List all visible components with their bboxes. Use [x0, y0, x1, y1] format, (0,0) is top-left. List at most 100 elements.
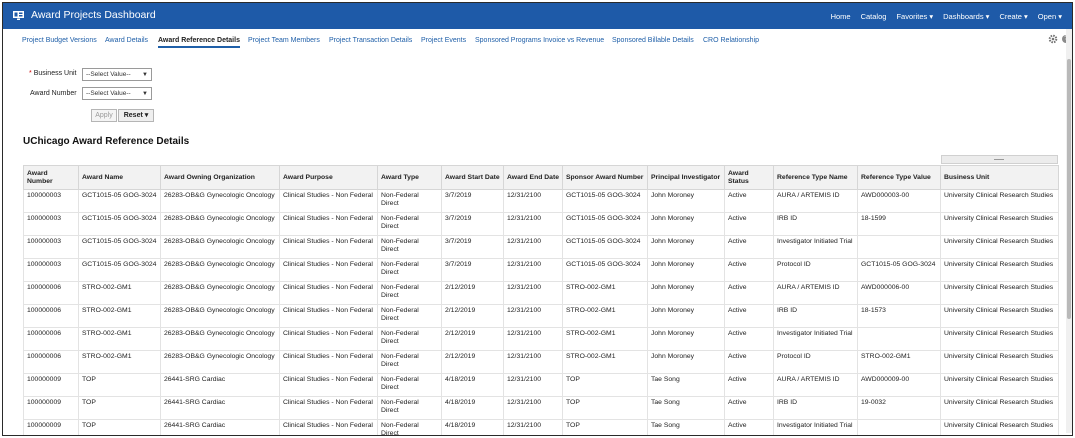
table-cell: 12/31/2100: [503, 327, 563, 351]
table-cell: 12/31/2100: [503, 304, 563, 328]
table-cell: 4/18/2019: [441, 419, 504, 435]
table-cell: STRO-002-GM1: [78, 327, 161, 351]
table-cell: Clinical Studies - Non Federal: [279, 258, 378, 282]
table-row: 100000003 GCT1015-05 GOG-3024 26283-OB&G G…: [23, 235, 1059, 259]
nav-dashboards[interactable]: Dashboards ▾: [943, 12, 989, 21]
table-cell: 26283-OB&G Gynecologic Oncology: [160, 189, 280, 213]
table-cell: 19-0032: [857, 396, 941, 420]
table-cell: 12/31/2100: [503, 189, 563, 213]
column-header[interactable]: Award Start Date: [441, 165, 504, 190]
nav-create[interactable]: Create ▾: [999, 12, 1027, 21]
table-cell: 26283-OB&G Gynecologic Oncology: [160, 235, 280, 259]
award-number-select[interactable]: --Select Value-- ▼: [82, 87, 152, 100]
table-cell: 100000009: [23, 419, 79, 435]
dashboard-icon: [13, 11, 24, 20]
column-header[interactable]: Award Owning Organization: [160, 165, 280, 190]
table-cell: 12/31/2100: [503, 396, 563, 420]
table-cell: Clinical Studies - Non Federal: [279, 235, 378, 259]
table-cell: TOP: [78, 373, 161, 397]
table-cell: GCT1015-05 GOG-3024: [78, 258, 161, 282]
table-cell: Clinical Studies - Non Federal: [279, 396, 378, 420]
table-cell: 100000003: [23, 212, 79, 236]
nav-home[interactable]: Home: [831, 12, 851, 21]
table-cell: AWD000009-00: [857, 373, 941, 397]
table-cell: 26283-OB&G Gynecologic Oncology: [160, 327, 280, 351]
business-unit-select[interactable]: --Select Value-- ▼: [82, 68, 152, 81]
table-cell: Tae Song: [647, 396, 725, 420]
table-body: 100000003 GCT1015-05 GOG-3024 26283-OB&G G…: [23, 189, 1059, 435]
table-cell: 18-1573: [857, 304, 941, 328]
column-header[interactable]: Award Name: [78, 165, 161, 190]
table-cell: Active: [724, 396, 774, 420]
table-cell: Non-Federal Direct: [377, 189, 442, 213]
column-header[interactable]: Award Type: [377, 165, 442, 190]
column-header[interactable]: Principal Investigator: [647, 165, 725, 190]
tab-project-budget-versions[interactable]: Project Budget Versions: [22, 37, 97, 44]
apply-button[interactable]: Apply: [91, 109, 117, 122]
reset-button[interactable]: Reset ▾: [118, 109, 154, 122]
tab-award-reference-details[interactable]: Award Reference Details: [158, 37, 240, 48]
table-cell: Active: [724, 327, 774, 351]
table-cell: John Moroney: [647, 189, 725, 213]
table-row: 100000006 STRO-002-GM1 26283-OB&G Gynecolo…: [23, 281, 1059, 305]
table-cell: 26441-SRG Cardiac: [160, 373, 280, 397]
nav-favorites[interactable]: Favorites ▾: [896, 12, 933, 21]
column-header[interactable]: Sponsor Award Number: [562, 165, 648, 190]
table-cell: 26283-OB&G Gynecologic Oncology: [160, 350, 280, 374]
table-cell: Non-Federal Direct: [377, 373, 442, 397]
vertical-scrollbar[interactable]: [1066, 29, 1072, 433]
table-cell: 12/31/2100: [503, 212, 563, 236]
column-header[interactable]: Award End Date: [503, 165, 563, 190]
scrollbar-thumb[interactable]: [1067, 59, 1071, 319]
table-cell: 12/31/2100: [503, 281, 563, 305]
table-cell: John Moroney: [647, 281, 725, 305]
column-header[interactable]: Reference Type Name: [773, 165, 858, 190]
column-header[interactable]: Business Unit: [940, 165, 1059, 190]
table-cell: Tae Song: [647, 373, 725, 397]
tab-project-team-members[interactable]: Project Team Members: [248, 37, 320, 44]
gear-icon[interactable]: [1048, 34, 1058, 44]
tab-award-details[interactable]: Award Details: [105, 37, 148, 44]
nav-open[interactable]: Open ▾: [1038, 12, 1062, 21]
table-cell: TOP: [562, 396, 648, 420]
table-cell: 100000003: [23, 235, 79, 259]
table-header-row: Award Number Award Name Award Owning Org…: [23, 165, 1059, 190]
tab-project-events[interactable]: Project Events: [421, 37, 466, 44]
column-header[interactable]: Award Status: [724, 165, 774, 190]
tab-cro-relationship[interactable]: CRO Relationship: [703, 37, 759, 44]
nav-catalog[interactable]: Catalog: [861, 12, 887, 21]
table-cell: Clinical Studies - Non Federal: [279, 350, 378, 374]
table-cell: Clinical Studies - Non Federal: [279, 189, 378, 213]
global-nav: Home Catalog Favorites ▾ Dashboards ▾ Cr…: [831, 3, 1062, 29]
table-cell: John Moroney: [647, 304, 725, 328]
award-reference-table: Award Number Award Name Award Owning Org…: [23, 165, 1059, 435]
table-row: 100000006 STRO-002-GM1 26283-OB&G Gynecolo…: [23, 304, 1059, 328]
table-cell: IRB ID: [773, 212, 858, 236]
table-cell: GCT1015-05 GOG-3024: [562, 258, 648, 282]
tab-sponsored-billable-details[interactable]: Sponsored Billable Details: [612, 37, 694, 44]
table-cell: University Clinical Research Studies: [940, 396, 1059, 420]
table-cell: John Moroney: [647, 212, 725, 236]
table-cell: Clinical Studies - Non Federal: [279, 304, 378, 328]
column-header[interactable]: Reference Type Value: [857, 165, 941, 190]
table-row: 100000003 GCT1015-05 GOG-3024 26283-OB&G G…: [23, 189, 1059, 213]
table-cell: University Clinical Research Studies: [940, 304, 1059, 328]
table-cell: STRO-002-GM1: [78, 281, 161, 305]
table-cell: Non-Federal Direct: [377, 258, 442, 282]
table-cell: 2/12/2019: [441, 350, 504, 374]
table-cell: Non-Federal Direct: [377, 396, 442, 420]
table-cell: IRB ID: [773, 396, 858, 420]
column-resize-handle[interactable]: [941, 155, 1058, 164]
top-bar: Award Projects Dashboard Home Catalog Fa…: [3, 3, 1072, 29]
table-cell: Clinical Studies - Non Federal: [279, 373, 378, 397]
column-header[interactable]: Award Number: [23, 165, 79, 190]
tab-sponsored-programs-invoice-vs-revenue[interactable]: Sponsored Programs Invoice vs Revenue: [475, 37, 604, 44]
table-cell: Investigator Initiated Trial: [773, 327, 858, 351]
table-cell: Active: [724, 304, 774, 328]
table-cell: Active: [724, 373, 774, 397]
table-row: 100000009 TOP 26441-SRG Cardiac Clinical St…: [23, 419, 1059, 435]
app-title: Award Projects Dashboard: [31, 9, 156, 21]
tab-project-transaction-details[interactable]: Project Transaction Details: [329, 37, 412, 44]
table-row: 100000003 GCT1015-05 GOG-3024 26283-OB&G G…: [23, 258, 1059, 282]
column-header[interactable]: Award Purpose: [279, 165, 378, 190]
